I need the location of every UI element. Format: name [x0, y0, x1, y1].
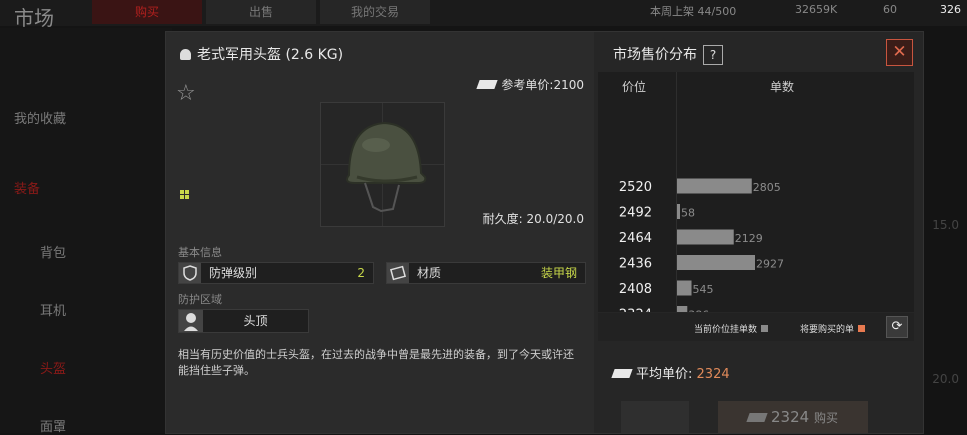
- legend-buy: 将要购买的单: [800, 322, 866, 335]
- count-bar: [677, 204, 680, 219]
- item-name: 老式军用头盔 (2.6 KG): [197, 47, 344, 63]
- count-value-label: 2927: [756, 258, 784, 271]
- refresh-button[interactable]: ⟳: [886, 316, 908, 338]
- item-detail-panel: 老式军用头盔 (2.6 KG) ☆ 参考单价:2100 耐久度: 20.0/20…: [166, 32, 594, 433]
- item-title: 老式军用头盔 (2.6 KG): [180, 44, 343, 64]
- legend-current-label: 当前价位挂单数: [694, 325, 758, 335]
- price-distribution-title: 市场售价分布?: [613, 44, 723, 65]
- category-sidebar: 我的收藏 装备 背包 耳机 头盔 面罩: [0, 28, 172, 435]
- helmet-icon: [180, 49, 191, 60]
- bg-value-2: 20.0: [932, 372, 959, 386]
- count-value-label: 2805: [753, 181, 781, 194]
- chart-legend: 当前价位挂单数 将要购买的单 ⟳: [598, 313, 914, 341]
- armor-level-label: 防弹级别: [209, 266, 258, 280]
- cash-icon: [611, 369, 633, 378]
- sidebar-item-favorites[interactable]: 我的收藏: [14, 108, 166, 127]
- protection-zone-text: 头顶: [243, 314, 268, 328]
- armor-level-attr: 防弹级别 2: [178, 262, 374, 284]
- tab-buy[interactable]: 购买: [92, 0, 202, 24]
- price-tick-label: 2520: [619, 180, 652, 195]
- material-icon: [387, 263, 409, 283]
- price-distribution-chart: 价位 单数 2520 2805 2492 58 2464 2129 2436 2927 2408…: [598, 72, 914, 312]
- cash-balance: 326: [940, 3, 961, 16]
- buy-label: 购买: [813, 411, 838, 425]
- quantity-box[interactable]: [621, 401, 689, 433]
- average-price: 平均单价: 2324: [611, 363, 730, 382]
- legend-current: 当前价位挂单数: [694, 322, 769, 335]
- buy-button[interactable]: 2324 购买: [718, 401, 868, 433]
- price-tick-label: 2464: [619, 231, 652, 246]
- favorite-star-icon[interactable]: ☆: [176, 81, 196, 106]
- count-bar: [677, 229, 734, 245]
- average-price-value: 2324: [696, 367, 730, 382]
- basic-info-label: 基本信息: [178, 246, 222, 259]
- sidebar-item-equipment[interactable]: 装备: [14, 178, 166, 197]
- price-tick-label: 2492: [619, 206, 652, 221]
- close-button[interactable]: ✕: [886, 39, 913, 66]
- cash-icon: [746, 413, 768, 422]
- price-tick-label: 2408: [619, 282, 652, 297]
- bar-chart-svg: 2520 2805 2492 58 2464 2129 2436 2927 2408 545 232…: [619, 178, 784, 313]
- bg-value-1: 15.0: [932, 218, 959, 232]
- count-bar: [677, 306, 688, 312]
- price-tick-label: 2436: [619, 257, 652, 272]
- buy-price: 2324: [771, 408, 810, 426]
- legend-buy-swatch: [858, 325, 866, 332]
- material-attr: 材质 装甲钢: [386, 262, 586, 284]
- top-bar: 市场 购买 出售 我的交易 本周上架 44/500 32659K 60 326: [0, 0, 967, 30]
- count-value-label: 386: [688, 309, 709, 313]
- count-value-label: 2129: [735, 232, 763, 245]
- count-value-label: 545: [693, 283, 714, 296]
- tab-my-trades[interactable]: 我的交易: [320, 0, 430, 24]
- shield-icon: [179, 263, 201, 283]
- cash-icon: [476, 80, 499, 89]
- legend-current-swatch: [761, 325, 769, 332]
- count-bar: [677, 280, 692, 296]
- grade-icon: [180, 190, 190, 200]
- helmet-image: [346, 121, 427, 213]
- coin-balance: 60: [883, 3, 897, 16]
- weekly-listings: 本周上架 44/500: [650, 5, 737, 18]
- item-market-dialog: 老式军用头盔 (2.6 KG) ☆ 参考单价:2100 耐久度: 20.0/20…: [166, 32, 923, 433]
- protection-zone: 头顶: [178, 309, 309, 333]
- item-description: 相当有历史价值的士兵头盔，在过去的战争中曾是最先进的装备，到了今天或许还能挡住些…: [178, 348, 574, 377]
- tab-sell[interactable]: 出售: [206, 0, 316, 24]
- head-icon: [179, 310, 203, 332]
- count-value-label: 58: [681, 207, 695, 220]
- legend-buy-label: 将要购买的单: [800, 325, 855, 335]
- protection-area-label: 防护区域: [178, 293, 222, 306]
- price-tick-label: 2324: [619, 308, 652, 313]
- market-title: 市场: [14, 6, 54, 30]
- armor-level-value: 2: [357, 266, 365, 280]
- reference-price: 参考单价:2100: [476, 76, 584, 93]
- reference-price-text: 参考单价:2100: [501, 78, 584, 92]
- money-balance: 32659K: [795, 3, 838, 16]
- item-image-frame: [320, 102, 445, 227]
- average-price-label: 平均单价:: [636, 367, 693, 382]
- help-button[interactable]: ?: [703, 45, 723, 65]
- material-value: 装甲钢: [540, 266, 577, 280]
- count-bar: [677, 255, 755, 270]
- count-bar: [677, 178, 752, 194]
- price-distribution-title-text: 市场售价分布: [613, 47, 697, 63]
- durability: 耐久度: 20.0/20.0: [482, 212, 584, 226]
- material-label: 材质: [417, 266, 442, 280]
